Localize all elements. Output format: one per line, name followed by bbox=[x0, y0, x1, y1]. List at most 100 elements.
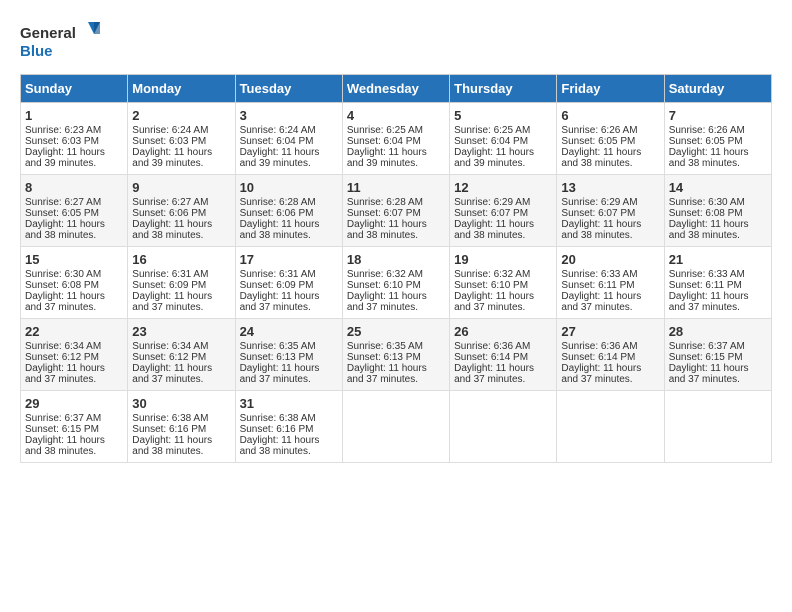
calendar-day-28: 28Sunrise: 6:37 AMSunset: 6:15 PMDayligh… bbox=[664, 319, 771, 391]
calendar-day-26: 26Sunrise: 6:36 AMSunset: 6:14 PMDayligh… bbox=[450, 319, 557, 391]
day-info-line: Sunset: 6:12 PM bbox=[25, 352, 123, 363]
calendar-day-31: 31Sunrise: 6:38 AMSunset: 6:16 PMDayligh… bbox=[235, 391, 342, 463]
page-header: General Blue bbox=[20, 20, 772, 64]
day-info-line: Sunrise: 6:32 AM bbox=[347, 269, 445, 280]
day-info-line: Sunrise: 6:31 AM bbox=[240, 269, 338, 280]
day-info-line: Sunrise: 6:29 AM bbox=[561, 197, 659, 208]
day-info-line: Sunset: 6:14 PM bbox=[561, 352, 659, 363]
calendar-header-row: SundayMondayTuesdayWednesdayThursdayFrid… bbox=[21, 75, 772, 103]
day-number: 23 bbox=[132, 324, 230, 339]
day-info-line: Sunset: 6:13 PM bbox=[240, 352, 338, 363]
day-info-line: Sunrise: 6:30 AM bbox=[669, 197, 767, 208]
calendar-empty bbox=[664, 391, 771, 463]
calendar-day-15: 15 Sunrise: 6:30 AMSunset: 6:08 PMDayligh… bbox=[21, 247, 128, 319]
day-info-line: and 37 minutes. bbox=[454, 302, 552, 313]
calendar-day-3: 3Sunrise: 6:24 AMSunset: 6:04 PMDaylight… bbox=[235, 103, 342, 175]
day-info-line: Sunset: 6:15 PM bbox=[669, 352, 767, 363]
calendar-day-30: 30Sunrise: 6:38 AMSunset: 6:16 PMDayligh… bbox=[128, 391, 235, 463]
day-number: 17 bbox=[240, 252, 338, 267]
day-info-line: and 37 minutes. bbox=[25, 302, 123, 313]
day-number: 30 bbox=[132, 396, 230, 411]
day-info-line: Daylight: 11 hours bbox=[25, 363, 123, 374]
day-number: 15 bbox=[25, 252, 123, 267]
col-header-sunday: Sunday bbox=[21, 75, 128, 103]
day-info-line: and 37 minutes. bbox=[669, 302, 767, 313]
day-info-line: and 38 minutes. bbox=[669, 158, 767, 169]
day-info-line: Sunset: 6:08 PM bbox=[25, 280, 123, 291]
calendar-day-23: 23Sunrise: 6:34 AMSunset: 6:12 PMDayligh… bbox=[128, 319, 235, 391]
day-info-line: and 38 minutes. bbox=[669, 230, 767, 241]
day-info-line: Sunset: 6:04 PM bbox=[454, 136, 552, 147]
day-info-line: Daylight: 11 hours bbox=[669, 291, 767, 302]
day-info-line: Sunrise: 6:24 AM bbox=[240, 125, 338, 136]
day-info-line: Sunset: 6:09 PM bbox=[240, 280, 338, 291]
day-info-line: Daylight: 11 hours bbox=[240, 435, 338, 446]
day-info-line: and 38 minutes. bbox=[25, 230, 123, 241]
day-number: 4 bbox=[347, 108, 445, 123]
day-info-line: Sunrise: 6:29 AM bbox=[454, 197, 552, 208]
calendar-empty bbox=[557, 391, 664, 463]
day-info-line: Daylight: 11 hours bbox=[669, 219, 767, 230]
day-info-line: Sunset: 6:07 PM bbox=[347, 208, 445, 219]
day-info-line: and 39 minutes. bbox=[454, 158, 552, 169]
calendar-day-10: 10Sunrise: 6:28 AMSunset: 6:06 PMDayligh… bbox=[235, 175, 342, 247]
svg-text:Blue: Blue bbox=[20, 43, 53, 60]
calendar-table: SundayMondayTuesdayWednesdayThursdayFrid… bbox=[20, 74, 772, 463]
day-info-line: Sunset: 6:05 PM bbox=[561, 136, 659, 147]
day-number: 28 bbox=[669, 324, 767, 339]
calendar-day-6: 6Sunrise: 6:26 AMSunset: 6:05 PMDaylight… bbox=[557, 103, 664, 175]
calendar-day-8: 8Sunrise: 6:27 AMSunset: 6:05 PMDaylight… bbox=[21, 175, 128, 247]
day-info-line: and 37 minutes. bbox=[132, 374, 230, 385]
day-info-line: Sunrise: 6:37 AM bbox=[669, 341, 767, 352]
day-number: 18 bbox=[347, 252, 445, 267]
day-info-line: Daylight: 11 hours bbox=[454, 219, 552, 230]
day-number: 12 bbox=[454, 180, 552, 195]
day-number: 9 bbox=[132, 180, 230, 195]
day-info-line: Daylight: 11 hours bbox=[347, 363, 445, 374]
day-info-line: Sunrise: 6:36 AM bbox=[561, 341, 659, 352]
day-info-line: Sunrise: 6:33 AM bbox=[561, 269, 659, 280]
day-number: 5 bbox=[454, 108, 552, 123]
day-info-line: Daylight: 11 hours bbox=[25, 291, 123, 302]
day-info-line: Sunset: 6:10 PM bbox=[347, 280, 445, 291]
day-info-line: Daylight: 11 hours bbox=[132, 219, 230, 230]
calendar-week-3: 15Sunrise: 6:30 AMSunset: 6:08 PMDayligh… bbox=[21, 247, 772, 319]
calendar-day-12: 12 Sunrise: 6:29 AMSunset: 6:07 PMDayligh… bbox=[450, 175, 557, 247]
day-info-line: and 39 minutes. bbox=[25, 158, 123, 169]
calendar-week-2: 8Sunrise: 6:27 AMSunset: 6:05 PMDaylight… bbox=[21, 175, 772, 247]
day-info-line: Sunrise: 6:28 AM bbox=[240, 197, 338, 208]
day-info-line: Sunrise: 6:30 AM bbox=[25, 269, 123, 280]
day-info-line: Sunset: 6:09 PM bbox=[132, 280, 230, 291]
day-info-line: Sunrise: 6:34 AM bbox=[25, 341, 123, 352]
col-header-saturday: Saturday bbox=[664, 75, 771, 103]
day-info-line: Daylight: 11 hours bbox=[132, 435, 230, 446]
day-info-line: Sunrise: 6:28 AM bbox=[347, 197, 445, 208]
day-number: 19 bbox=[454, 252, 552, 267]
day-info-line: and 37 minutes. bbox=[132, 302, 230, 313]
day-number: 7 bbox=[669, 108, 767, 123]
day-info-line: Daylight: 11 hours bbox=[561, 363, 659, 374]
day-info-line: Sunrise: 6:27 AM bbox=[132, 197, 230, 208]
day-info-line: Sunset: 6:07 PM bbox=[454, 208, 552, 219]
day-info-line: Sunset: 6:06 PM bbox=[132, 208, 230, 219]
day-info-line: Sunrise: 6:35 AM bbox=[240, 341, 338, 352]
calendar-day-19: 19Sunrise: 6:32 AMSunset: 6:10 PMDayligh… bbox=[450, 247, 557, 319]
calendar-day-25: 25Sunrise: 6:35 AMSunset: 6:13 PMDayligh… bbox=[342, 319, 449, 391]
day-info-line: Sunrise: 6:34 AM bbox=[132, 341, 230, 352]
calendar-empty bbox=[450, 391, 557, 463]
col-header-wednesday: Wednesday bbox=[342, 75, 449, 103]
day-info-line: Sunrise: 6:25 AM bbox=[454, 125, 552, 136]
day-number: 16 bbox=[132, 252, 230, 267]
day-info-line: Daylight: 11 hours bbox=[347, 219, 445, 230]
day-info-line: and 37 minutes. bbox=[240, 374, 338, 385]
day-info-line: and 37 minutes. bbox=[25, 374, 123, 385]
day-info-line: Daylight: 11 hours bbox=[454, 291, 552, 302]
svg-text:General: General bbox=[20, 25, 76, 42]
day-info-line: Daylight: 11 hours bbox=[454, 147, 552, 158]
calendar-day-20: 20Sunrise: 6:33 AMSunset: 6:11 PMDayligh… bbox=[557, 247, 664, 319]
day-info-line: and 37 minutes. bbox=[561, 302, 659, 313]
day-info-line: Daylight: 11 hours bbox=[25, 435, 123, 446]
day-info-line: Sunset: 6:03 PM bbox=[25, 136, 123, 147]
day-info-line: Sunrise: 6:33 AM bbox=[669, 269, 767, 280]
calendar-empty bbox=[342, 391, 449, 463]
